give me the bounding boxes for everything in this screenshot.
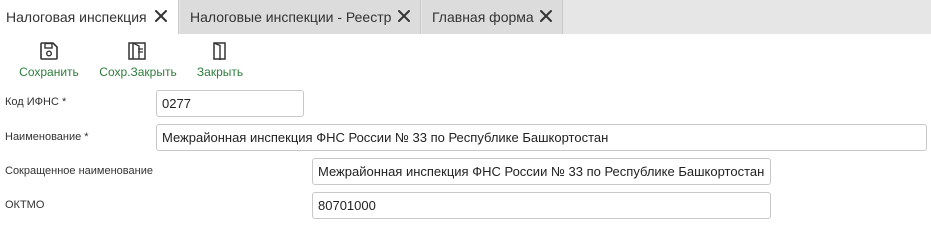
close-button-label: Закрыть	[196, 65, 244, 79]
oktmo-field[interactable]	[312, 192, 771, 219]
close-icon[interactable]	[154, 9, 168, 23]
tab-label: Налоговая инспекция	[6, 9, 147, 25]
tab-label: Налоговые инспекции - Реестр	[190, 9, 392, 25]
short-name-field[interactable]	[312, 158, 771, 185]
name-field[interactable]	[156, 124, 927, 151]
floppy-disk-icon	[39, 40, 59, 62]
tab-main-form[interactable]: Главная форма	[422, 0, 563, 34]
short-name-label: Сокращенное наименование	[5, 165, 153, 177]
save-button[interactable]: Сохранить	[18, 40, 80, 82]
door-exit-icon	[211, 40, 229, 62]
tab-tax-inspection[interactable]: Налоговая инспекция	[0, 0, 179, 34]
save-button-label: Сохранить	[19, 65, 79, 79]
save-close-button-label: Сохр.Закрыть	[99, 65, 177, 79]
tab-bar: Налоговая инспекция Налоговые инспекции …	[0, 0, 931, 34]
save-close-icon	[127, 40, 149, 62]
tab-label: Главная форма	[432, 9, 534, 25]
name-label: Наименование *	[5, 131, 89, 143]
toolbar: Сохранить Сохр.Закрыть Закрыть	[0, 34, 931, 84]
save-close-button[interactable]: Сохр.Закрыть	[98, 40, 178, 82]
ifns-code-label: Код ИФНС *	[5, 96, 67, 108]
close-icon[interactable]	[397, 9, 411, 23]
ifns-code-field[interactable]	[156, 90, 304, 117]
oktmo-label: ОКТМО	[5, 199, 45, 211]
close-button[interactable]: Закрыть	[195, 40, 245, 82]
close-icon[interactable]	[539, 9, 553, 23]
tab-tax-inspections-registry[interactable]: Налоговые инспекции - Реестр	[180, 0, 421, 34]
